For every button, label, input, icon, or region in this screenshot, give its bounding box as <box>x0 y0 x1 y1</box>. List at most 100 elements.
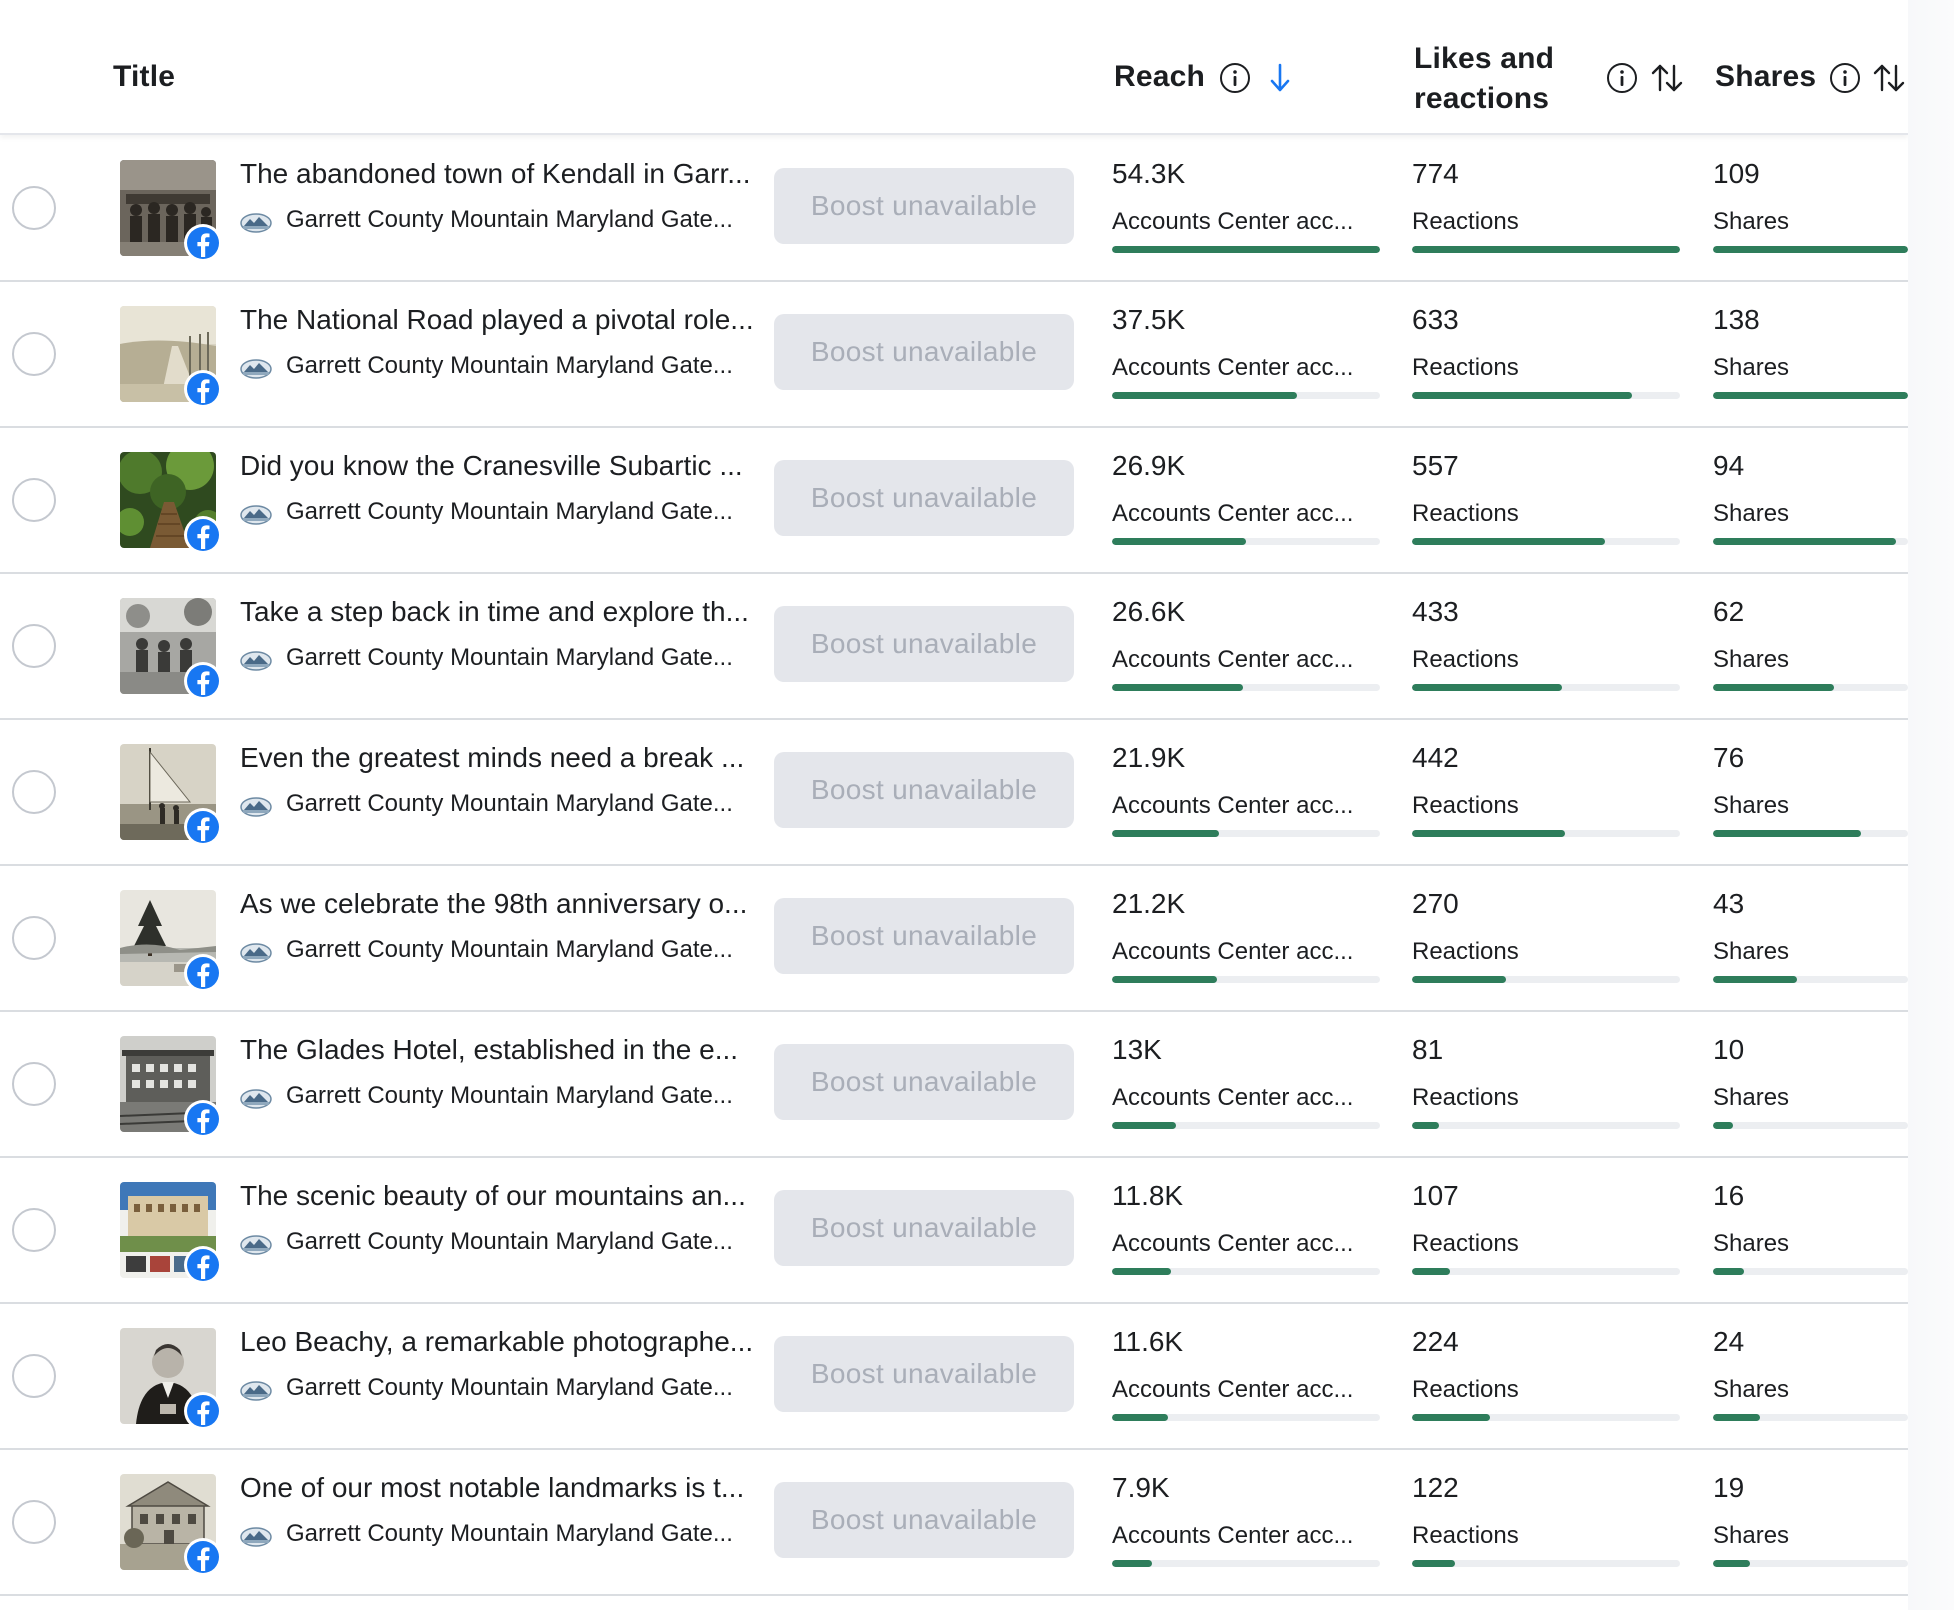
reach-bar-fill <box>1112 1268 1171 1275</box>
likes-bar-fill <box>1412 1414 1490 1421</box>
reach-value: 13K <box>1112 1034 1162 1065</box>
likes-header-line1: Likes and <box>1414 42 1555 75</box>
row-select-radio[interactable] <box>12 1208 56 1252</box>
page-name[interactable]: Garrett County Mountain Maryland Gate... <box>286 1520 760 1548</box>
shares-value: 76 <box>1713 742 1745 773</box>
column-header-shares[interactable]: Shares <box>1715 60 1816 94</box>
row-select-radio[interactable] <box>12 1354 56 1398</box>
likes-cell: 774 Reactions <box>1412 136 1682 280</box>
shares-value: 94 <box>1713 450 1745 481</box>
likes-sort-icon[interactable] <box>1650 62 1684 94</box>
likes-bar <box>1412 1414 1680 1421</box>
row-select-radio[interactable] <box>12 186 56 230</box>
reach-cell: 21.9K Accounts Center acc... <box>1112 720 1382 864</box>
facebook-icon <box>184 1538 222 1576</box>
shares-sort-icon[interactable] <box>1872 62 1906 94</box>
reach-info-icon[interactable] <box>1219 62 1251 94</box>
post-title[interactable]: Did you know the Cranesville Subartic ..… <box>240 450 760 482</box>
shares-value: 109 <box>1713 158 1760 189</box>
page-name[interactable]: Garrett County Mountain Maryland Gate... <box>286 1228 760 1256</box>
post-title[interactable]: The scenic beauty of our mountains an... <box>240 1180 760 1212</box>
likes-bar-fill <box>1412 1268 1450 1275</box>
page-name[interactable]: Garrett County Mountain Maryland Gate... <box>286 498 760 526</box>
reach-bar-fill <box>1112 246 1380 253</box>
page-name[interactable]: Garrett County Mountain Maryland Gate... <box>286 1374 760 1402</box>
reach-bar <box>1112 392 1380 399</box>
shares-info-icon[interactable] <box>1829 62 1861 94</box>
row-select-radio[interactable] <box>12 478 56 522</box>
reach-bar-fill <box>1112 830 1220 837</box>
boost-button[interactable]: Boost unavailable <box>774 1044 1074 1120</box>
table-row[interactable]: The abandoned town of Kendall in Garr...… <box>0 136 1908 282</box>
post-title[interactable]: Even the greatest minds need a break ... <box>240 742 760 774</box>
post-title[interactable]: Take a step back in time and explore th.… <box>240 596 760 628</box>
post-title[interactable]: The abandoned town of Kendall in Garr... <box>240 158 760 190</box>
column-header-title[interactable]: Title <box>113 60 175 94</box>
table-row[interactable]: Even the greatest minds need a break ...… <box>0 720 1908 866</box>
column-header-reach[interactable]: Reach <box>1114 60 1205 94</box>
reach-cell: 54.3K Accounts Center acc... <box>1112 136 1382 280</box>
page-name[interactable]: Garrett County Mountain Maryland Gate... <box>286 352 760 380</box>
table-row[interactable]: The scenic beauty of our mountains an...… <box>0 1158 1908 1304</box>
row-select-radio[interactable] <box>12 770 56 814</box>
table-row[interactable]: Leo Beachy, a remarkable photographe... … <box>0 1304 1908 1450</box>
reach-cell: 11.8K Accounts Center acc... <box>1112 1158 1382 1302</box>
row-select-radio[interactable] <box>12 332 56 376</box>
table-row[interactable]: The National Road played a pivotal role.… <box>0 282 1908 428</box>
boost-button[interactable]: Boost unavailable <box>774 1336 1074 1412</box>
likes-label: Reactions <box>1412 1230 1519 1257</box>
boost-button[interactable]: Boost unavailable <box>774 168 1074 244</box>
page-name[interactable]: Garrett County Mountain Maryland Gate... <box>286 790 760 818</box>
boost-button[interactable]: Boost unavailable <box>774 1190 1074 1266</box>
sort-descending-icon[interactable] <box>1268 62 1292 94</box>
shares-bar <box>1713 830 1908 837</box>
row-select-radio[interactable] <box>12 1500 56 1544</box>
boost-button[interactable]: Boost unavailable <box>774 314 1074 390</box>
likes-bar-fill <box>1412 830 1565 837</box>
page-name[interactable]: Garrett County Mountain Maryland Gate... <box>286 206 760 234</box>
reach-label: Accounts Center acc... <box>1112 1522 1354 1549</box>
post-title[interactable]: The Glades Hotel, established in the e..… <box>240 1034 760 1066</box>
reach-bar <box>1112 1414 1380 1421</box>
reach-label: Accounts Center acc... <box>1112 646 1354 673</box>
row-select-radio[interactable] <box>12 624 56 668</box>
page-name[interactable]: Garrett County Mountain Maryland Gate... <box>286 936 760 964</box>
shares-value: 16 <box>1713 1180 1745 1211</box>
likes-value: 557 <box>1412 450 1459 481</box>
shares-cell: 43 Shares <box>1713 866 1908 1010</box>
boost-button[interactable]: Boost unavailable <box>774 460 1074 536</box>
page-name[interactable]: Garrett County Mountain Maryland Gate... <box>286 1082 760 1110</box>
likes-info-icon[interactable] <box>1606 62 1638 94</box>
page-name[interactable]: Garrett County Mountain Maryland Gate... <box>286 644 760 672</box>
column-header-likes[interactable]: Likes and reactions <box>1414 39 1554 119</box>
table-row[interactable]: One of our most notable landmarks is t..… <box>0 1450 1908 1596</box>
table-row[interactable]: Did you know the Cranesville Subartic ..… <box>0 428 1908 574</box>
shares-cell: 62 Shares <box>1713 574 1908 718</box>
boost-button[interactable]: Boost unavailable <box>774 752 1074 828</box>
reach-label: Accounts Center acc... <box>1112 938 1354 965</box>
likes-bar-fill <box>1412 392 1632 399</box>
post-title[interactable]: As we celebrate the 98th anniversary o..… <box>240 888 760 920</box>
row-select-radio[interactable] <box>12 916 56 960</box>
likes-value: 633 <box>1412 304 1459 335</box>
reach-value: 11.6K <box>1112 1326 1184 1357</box>
page-logo-icon <box>240 359 272 379</box>
post-title[interactable]: The National Road played a pivotal role.… <box>240 304 760 336</box>
reach-bar <box>1112 538 1380 545</box>
shares-label: Shares <box>1713 354 1790 381</box>
table-row[interactable]: Take a step back in time and explore th.… <box>0 574 1908 720</box>
shares-cell: 76 Shares <box>1713 720 1908 864</box>
table-row[interactable]: The Glades Hotel, established in the e..… <box>0 1012 1908 1158</box>
reach-cell: 26.9K Accounts Center acc... <box>1112 428 1382 572</box>
boost-button[interactable]: Boost unavailable <box>774 1482 1074 1558</box>
page-logo-icon <box>240 1527 272 1547</box>
post-title[interactable]: Leo Beachy, a remarkable photographe... <box>240 1326 760 1358</box>
boost-button[interactable]: Boost unavailable <box>774 606 1074 682</box>
scrollbar-gutter <box>1908 0 1954 1610</box>
boost-button[interactable]: Boost unavailable <box>774 898 1074 974</box>
table-row[interactable]: As we celebrate the 98th anniversary o..… <box>0 866 1908 1012</box>
row-select-radio[interactable] <box>12 1062 56 1106</box>
likes-bar <box>1412 1560 1680 1567</box>
reach-cell: 13K Accounts Center acc... <box>1112 1012 1382 1156</box>
post-title[interactable]: One of our most notable landmarks is t..… <box>240 1472 760 1504</box>
